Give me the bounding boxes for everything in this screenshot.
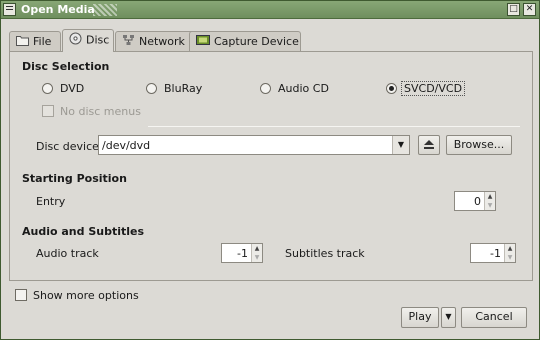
subtitles-track-spinbox[interactable]: -1 ▲ ▼: [470, 243, 516, 263]
subtitles-track-value: -1: [490, 247, 501, 260]
starting-position-title: Starting Position: [22, 172, 127, 185]
radio-audio-cd[interactable]: [260, 83, 271, 94]
play-options-dropdown[interactable]: ▼: [441, 307, 456, 328]
eject-button[interactable]: [418, 135, 440, 155]
tab-capture-device-label: Capture Device: [214, 35, 299, 48]
audio-track-label: Audio track: [36, 247, 99, 260]
radio-svcd-vcd-label: SVCD/VCD: [401, 81, 466, 96]
separator: [148, 126, 520, 127]
close-button[interactable]: ✕: [523, 3, 536, 16]
network-icon: [122, 34, 135, 50]
disc-icon: [69, 32, 82, 49]
chevron-down-icon[interactable]: ▼: [392, 136, 409, 154]
radio-dvd-label: DVD: [60, 82, 85, 95]
tab-capture-device[interactable]: Capture Device: [189, 31, 301, 51]
tab-network-label: Network: [139, 35, 185, 48]
audio-track-stepper[interactable]: ▲ ▼: [251, 244, 262, 262]
browse-button[interactable]: Browse...: [446, 135, 512, 155]
entry-value: 0: [474, 195, 481, 208]
window-title: Open Media: [21, 3, 95, 16]
disc-device-value: /dev/dvd: [102, 139, 151, 152]
audio-subtitles-title: Audio and Subtitles: [22, 225, 145, 238]
audio-track-value: -1: [237, 247, 248, 260]
tab-network[interactable]: Network: [115, 31, 195, 51]
title-grip-pattern: [93, 4, 117, 16]
subtitles-track-label: Subtitles track: [285, 247, 365, 260]
capture-device-icon: [196, 34, 210, 50]
disc-selection-title: Disc Selection: [22, 60, 110, 73]
radio-dvd[interactable]: [42, 83, 53, 94]
entry-label: Entry: [36, 195, 66, 208]
cancel-button[interactable]: Cancel: [461, 307, 527, 328]
disc-panel: Disc Selection DVD BluRay Audio CD SVCD/…: [9, 51, 533, 281]
maximize-button[interactable]: □: [507, 3, 520, 16]
open-media-dialog: Open Media □ ✕ File Disc Network Capture…: [0, 0, 540, 340]
window-menu-icon[interactable]: [3, 3, 16, 16]
radio-svcd-vcd[interactable]: [386, 83, 397, 94]
show-more-options-checkbox[interactable]: [15, 289, 27, 301]
no-disc-menus-label: No disc menus: [60, 105, 141, 118]
entry-spinbox[interactable]: 0 ▲ ▼: [454, 191, 496, 211]
subtitles-track-stepper[interactable]: ▲ ▼: [504, 244, 515, 262]
no-disc-menus-checkbox[interactable]: [42, 105, 54, 117]
play-button[interactable]: Play: [401, 307, 439, 328]
eject-icon: [423, 140, 435, 153]
tab-disc-label: Disc: [86, 33, 110, 47]
chevron-down-icon: ▼: [445, 312, 452, 321]
tab-disc[interactable]: Disc: [62, 29, 114, 52]
entry-stepper[interactable]: ▲ ▼: [484, 192, 495, 210]
audio-track-spinbox[interactable]: -1 ▲ ▼: [221, 243, 263, 263]
title-bar[interactable]: Open Media □ ✕: [1, 1, 539, 19]
folder-icon: [16, 35, 29, 50]
tab-file-label: File: [33, 35, 52, 48]
radio-bluray[interactable]: [146, 83, 157, 94]
disc-device-label: Disc device: [36, 140, 99, 153]
radio-bluray-label: BluRay: [164, 82, 203, 95]
disc-device-combo[interactable]: /dev/dvd ▼: [98, 135, 410, 155]
show-more-options-label: Show more options: [33, 289, 139, 302]
radio-audio-cd-label: Audio CD: [278, 82, 329, 95]
tab-file[interactable]: File: [9, 31, 61, 51]
